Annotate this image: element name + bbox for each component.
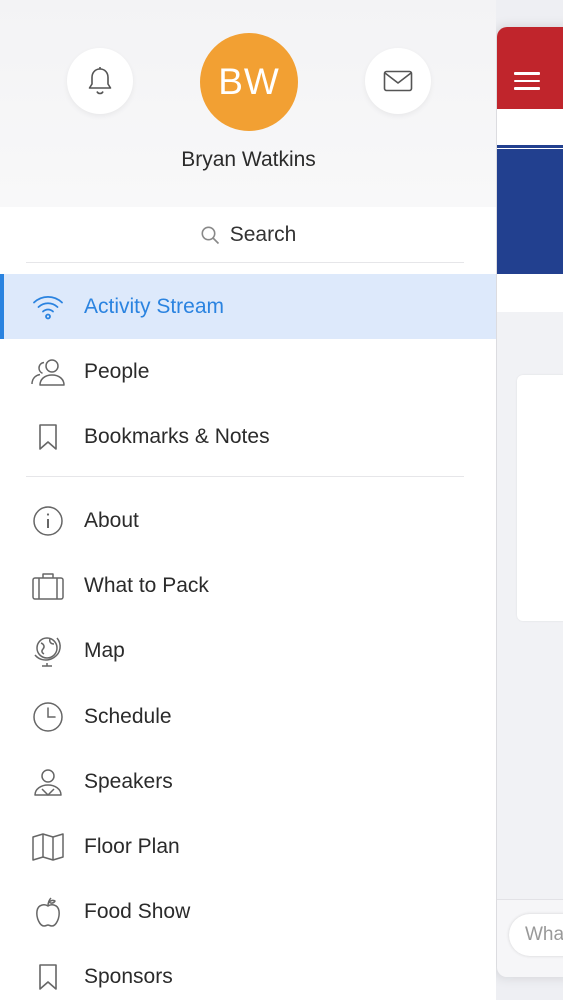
divider — [26, 476, 464, 477]
messages-button[interactable] — [365, 48, 431, 114]
menu-item-label: Schedule — [84, 704, 172, 728]
menu-item-floor-plan[interactable]: Floor Plan — [0, 814, 496, 879]
menu-item-speakers[interactable]: Speakers — [0, 749, 496, 814]
menu-item-schedule[interactable]: Schedule — [0, 684, 496, 749]
menu-item-food-show[interactable]: Food Show — [0, 879, 496, 944]
profile-header: BW Bryan Watkins — [0, 0, 496, 207]
search-icon — [200, 225, 220, 245]
app-topbar — [497, 27, 563, 109]
navigation-drawer: BW Bryan Watkins Search Activity Stream … — [0, 0, 496, 1000]
menu-item-label: Bookmarks & Notes — [84, 424, 270, 448]
menu-item-label: Sponsors — [84, 964, 173, 988]
map-fold-icon — [30, 829, 66, 865]
bell-icon — [86, 66, 114, 96]
menu-item-label: Floor Plan — [84, 834, 180, 858]
apple-icon — [30, 894, 66, 930]
menu-item-label: About — [84, 508, 139, 532]
mail-icon — [383, 70, 413, 92]
app-subheader — [497, 109, 563, 145]
menu-item-label: What to Pack — [84, 573, 209, 597]
app-banner — [497, 145, 563, 275]
bookmark-icon — [30, 419, 66, 455]
background-app-panel[interactable]: Wha — [497, 27, 563, 977]
clock-icon — [30, 699, 66, 735]
app-bottom-bar: Wha — [497, 899, 563, 977]
user-name[interactable]: Bryan Watkins — [0, 148, 496, 172]
hamburger-icon[interactable] — [514, 72, 540, 95]
menu-item-about[interactable]: About — [0, 488, 496, 553]
app-card[interactable] — [517, 375, 563, 621]
suitcase-icon — [30, 568, 66, 604]
globe-icon — [30, 633, 66, 669]
menu-item-label: Map — [84, 638, 125, 662]
menu-item-label: Activity Stream — [84, 294, 225, 318]
wifi-icon — [30, 289, 66, 325]
search-button[interactable]: Search — [0, 207, 496, 263]
speaker-person-icon — [30, 764, 66, 800]
menu-item-activity-stream[interactable]: Activity Stream — [0, 274, 496, 339]
info-icon — [30, 503, 66, 539]
divider — [26, 262, 464, 263]
menu-item-label: Speakers — [84, 769, 173, 793]
menu-item-label: Food Show — [84, 899, 191, 923]
avatar[interactable]: BW — [200, 33, 298, 131]
post-input[interactable]: Wha — [509, 914, 563, 956]
menu-item-what-to-pack[interactable]: What to Pack — [0, 553, 496, 618]
menu-item-bookmarks-notes[interactable]: Bookmarks & Notes — [0, 404, 496, 469]
app-banner-footer — [497, 271, 563, 312]
menu-item-label: People — [84, 359, 150, 383]
menu-item-sponsors[interactable]: Sponsors — [0, 944, 496, 1000]
menu-item-map[interactable]: Map — [0, 618, 496, 683]
bookmark-icon — [30, 959, 66, 995]
menu-item-people[interactable]: People — [0, 339, 496, 404]
search-label: Search — [229, 223, 297, 246]
people-icon — [30, 354, 66, 390]
notifications-button[interactable] — [67, 48, 133, 114]
